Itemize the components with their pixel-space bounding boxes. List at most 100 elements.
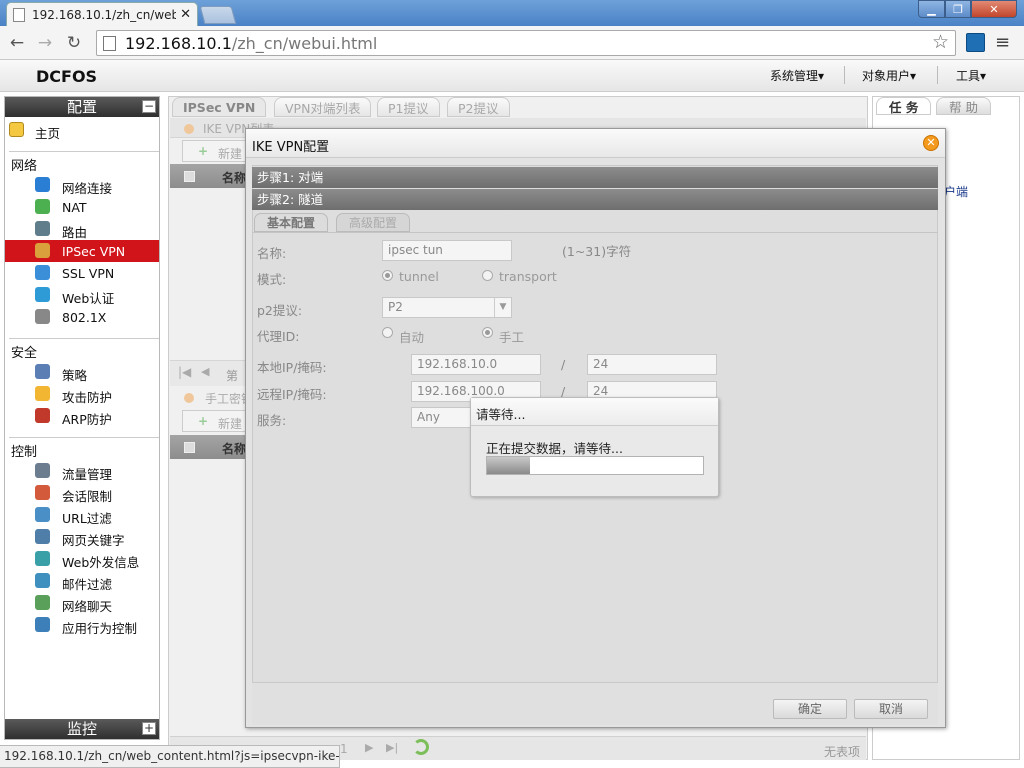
browser-menu-icon[interactable]: ≡: [995, 32, 1010, 53]
tab-basic-config[interactable]: 基本配置: [254, 213, 329, 232]
proxy-auto-label: 自动: [399, 330, 425, 345]
p2-select[interactable]: P2 ▼: [382, 297, 512, 318]
tab-close-icon[interactable]: ✕: [180, 7, 191, 22]
group-control: 控制: [11, 445, 38, 460]
column-name: 名称: [222, 442, 247, 456]
back-arrow-icon[interactable]: ←: [6, 33, 28, 53]
window-close-button[interactable]: ✕: [971, 0, 1017, 18]
logo: DCFOS: [36, 67, 98, 86]
sidebar-item[interactable]: 应用行为控制: [5, 614, 159, 636]
extension-icon[interactable]: [966, 33, 985, 52]
tab-help[interactable]: 帮 助: [936, 97, 991, 115]
select-all-checkbox[interactable]: [184, 171, 195, 182]
browser-tab[interactable]: 192.168.10.1/zh_cn/web ✕: [6, 2, 198, 26]
tab-tasks[interactable]: 任 务: [876, 97, 932, 115]
mode-transport-radio[interactable]: [482, 270, 493, 281]
sidebar-item[interactable]: 802.1X: [5, 306, 159, 328]
next-page-icon[interactable]: ▶: [365, 741, 373, 754]
sidebar-item-label: SSL VPN: [62, 266, 115, 281]
sidebar-item-label: 策略: [62, 368, 88, 383]
local-ip-input[interactable]: 192.168.10.0: [411, 354, 541, 375]
dot1x-icon: [35, 309, 50, 324]
forward-arrow-icon[interactable]: →: [34, 33, 56, 53]
tab-p1-proposal[interactable]: P1提议: [377, 97, 440, 117]
prev-page-icon[interactable]: ◀: [201, 365, 209, 378]
last-page-icon[interactable]: ▶|: [386, 741, 398, 754]
menu-tools[interactable]: 工具▾: [956, 67, 986, 84]
config-panel-title: 配置: [66, 98, 97, 116]
address-bar[interactable]: 192.168.10.1/zh_cn/webui.html: [96, 30, 956, 56]
progress-fill: [487, 457, 530, 474]
refresh-icon[interactable]: [413, 739, 429, 755]
bookmark-star-icon[interactable]: ☆: [932, 31, 949, 53]
sidebar-item[interactable]: 网页关键字: [5, 526, 159, 548]
monitor-panel-header[interactable]: 监控 +: [5, 719, 159, 739]
tab-ipsec-vpn[interactable]: IPSec VPN: [172, 97, 267, 117]
proxy-auto-radio[interactable]: [382, 327, 393, 338]
wait-title: 请等待...: [471, 398, 718, 426]
name-input[interactable]: ipsec tun: [382, 240, 512, 261]
sidebar-item[interactable]: 会话限制: [5, 482, 159, 504]
pager-total: 1: [340, 742, 348, 756]
first-page-icon[interactable]: |◀: [178, 365, 191, 379]
menu-system-admin[interactable]: 系统管理▾: [770, 67, 824, 84]
collapse-icon[interactable]: −: [142, 100, 156, 113]
new-button-label: 新建: [218, 147, 243, 161]
sidebar-item-label: ARP防护: [62, 412, 112, 427]
cancel-button[interactable]: 取消: [854, 699, 928, 719]
divider: [937, 66, 938, 84]
sidebar-item[interactable]: 路由: [5, 218, 159, 240]
url-path: /zh_cn/webui.html: [231, 33, 378, 53]
tab-advanced-config[interactable]: 高级配置: [336, 213, 411, 232]
menu-object-users[interactable]: 对象用户▾: [862, 67, 916, 84]
reload-icon[interactable]: ↻: [63, 33, 85, 53]
mode-tunnel-radio[interactable]: [382, 270, 393, 281]
sidebar-item[interactable]: 策略: [5, 361, 159, 383]
sidebar-item[interactable]: 网络连接: [5, 174, 159, 196]
local-mask-input[interactable]: 24: [587, 354, 717, 375]
ipsec-icon: [35, 243, 50, 258]
mode-transport-label: transport: [499, 269, 557, 284]
expand-icon[interactable]: +: [142, 722, 156, 735]
sidebar-item-label: Web外发信息: [62, 555, 140, 570]
task-link[interactable]: 户端: [944, 183, 968, 200]
group-security: 安全: [11, 346, 38, 361]
step-1-header[interactable]: 步骤1: 对端: [252, 167, 938, 188]
plus-icon: +: [198, 414, 209, 428]
page-icon: [103, 35, 116, 51]
sidebar-item-home[interactable]: 主页: [5, 119, 159, 141]
new-button[interactable]: + 新建: [182, 140, 252, 162]
new-button-label: 新建: [218, 417, 243, 431]
mode-tunnel-label: tunnel: [399, 269, 439, 284]
config-panel-header[interactable]: 配置 −: [5, 97, 159, 117]
pager-page-label: 第: [226, 369, 239, 383]
sidebar-item[interactable]: Web外发信息: [5, 548, 159, 570]
proxy-manual-radio[interactable]: [482, 327, 493, 338]
tab-vpn-peer-list[interactable]: VPN对端列表: [274, 97, 372, 117]
tab-title: 192.168.10.1/zh_cn/web: [32, 7, 177, 22]
select-all-checkbox[interactable]: [184, 442, 195, 453]
sidebar-item[interactable]: ARP防护: [5, 405, 159, 427]
new-tab-button[interactable]: [199, 6, 237, 24]
window-minimize-button[interactable]: ▁: [918, 0, 945, 18]
sidebar-item[interactable]: NAT: [5, 196, 159, 218]
step-2-header[interactable]: 步骤2: 隧道: [252, 189, 938, 210]
sidebar-item[interactable]: URL过滤: [5, 504, 159, 526]
name-hint: (1~31)字符: [562, 244, 632, 259]
tab-p2-proposal[interactable]: P2提议: [447, 97, 510, 117]
keyword-icon: [35, 529, 50, 544]
chevron-down-icon[interactable]: ▼: [494, 298, 511, 317]
sidebar-item[interactable]: 流量管理: [5, 460, 159, 482]
router-icon: [35, 221, 50, 236]
sidebar-item[interactable]: IPSec VPN: [5, 240, 159, 262]
new-button[interactable]: + 新建: [182, 410, 252, 432]
sidebar-item[interactable]: 网络聊天: [5, 592, 159, 614]
sidebar-item[interactable]: 攻击防护: [5, 383, 159, 405]
sidebar-item[interactable]: SSL VPN: [5, 262, 159, 284]
session-limit-icon: [35, 485, 50, 500]
ok-button[interactable]: 确定: [773, 699, 847, 719]
sidebar-item[interactable]: 邮件过滤: [5, 570, 159, 592]
window-maximize-button[interactable]: ❐: [945, 0, 971, 18]
dialog-close-icon[interactable]: ✕: [923, 135, 939, 151]
sidebar-item[interactable]: Web认证: [5, 284, 159, 306]
